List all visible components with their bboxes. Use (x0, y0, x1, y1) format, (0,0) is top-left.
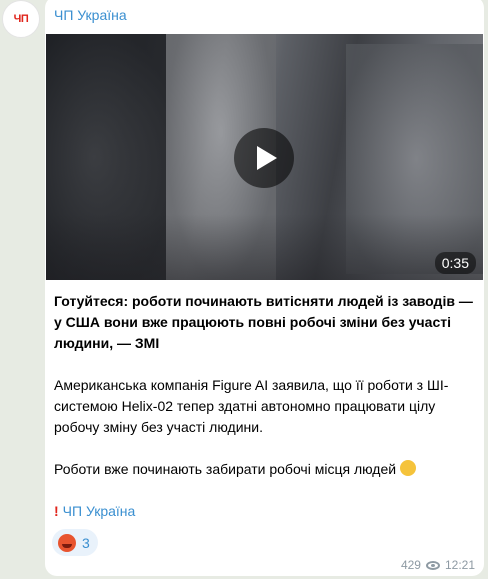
avatar-text: ЧП (13, 13, 29, 25)
eye-icon (425, 560, 440, 570)
angry-face-emoji-icon (58, 533, 76, 552)
reaction-count: 3 (82, 534, 90, 551)
video-thumbnail-blur (46, 214, 483, 280)
play-icon (256, 146, 277, 170)
video-duration: 0:35 (434, 252, 476, 274)
view-count: 429 (400, 558, 421, 572)
exclamation-icon: ! (54, 503, 59, 519)
channel-name[interactable]: ЧП Україна (54, 7, 127, 23)
reaction-button[interactable]: 3 (52, 529, 98, 556)
message-meta: 429 12:21 (401, 558, 475, 572)
starstruck-emoji-icon (399, 460, 416, 476)
post-closing: Роботи вже починають забирати робочі міс… (54, 461, 397, 477)
message-text: Готуйтеся: роботи починають витісняти лю… (54, 291, 474, 522)
post-body: Американська компанія Figure AI заявила,… (54, 377, 449, 435)
message-time: 12:21 (444, 558, 475, 572)
signature-link[interactable]: ЧП Україна (63, 501, 136, 522)
signature: ! ЧП Україна (54, 501, 474, 522)
video-preview[interactable]: 0:35 (46, 34, 483, 280)
post-headline: Готуйтеся: роботи починають витісняти лю… (54, 293, 473, 351)
post-closing-line: Роботи вже починають забирати робочі міс… (54, 459, 474, 480)
message-bubble: ЧП Україна 0:35 Готуйтеся: роботи почина… (45, 0, 484, 576)
ukraine-flag-icon (139, 506, 155, 517)
channel-avatar[interactable]: ЧП (2, 0, 40, 38)
play-button[interactable] (234, 128, 294, 188)
